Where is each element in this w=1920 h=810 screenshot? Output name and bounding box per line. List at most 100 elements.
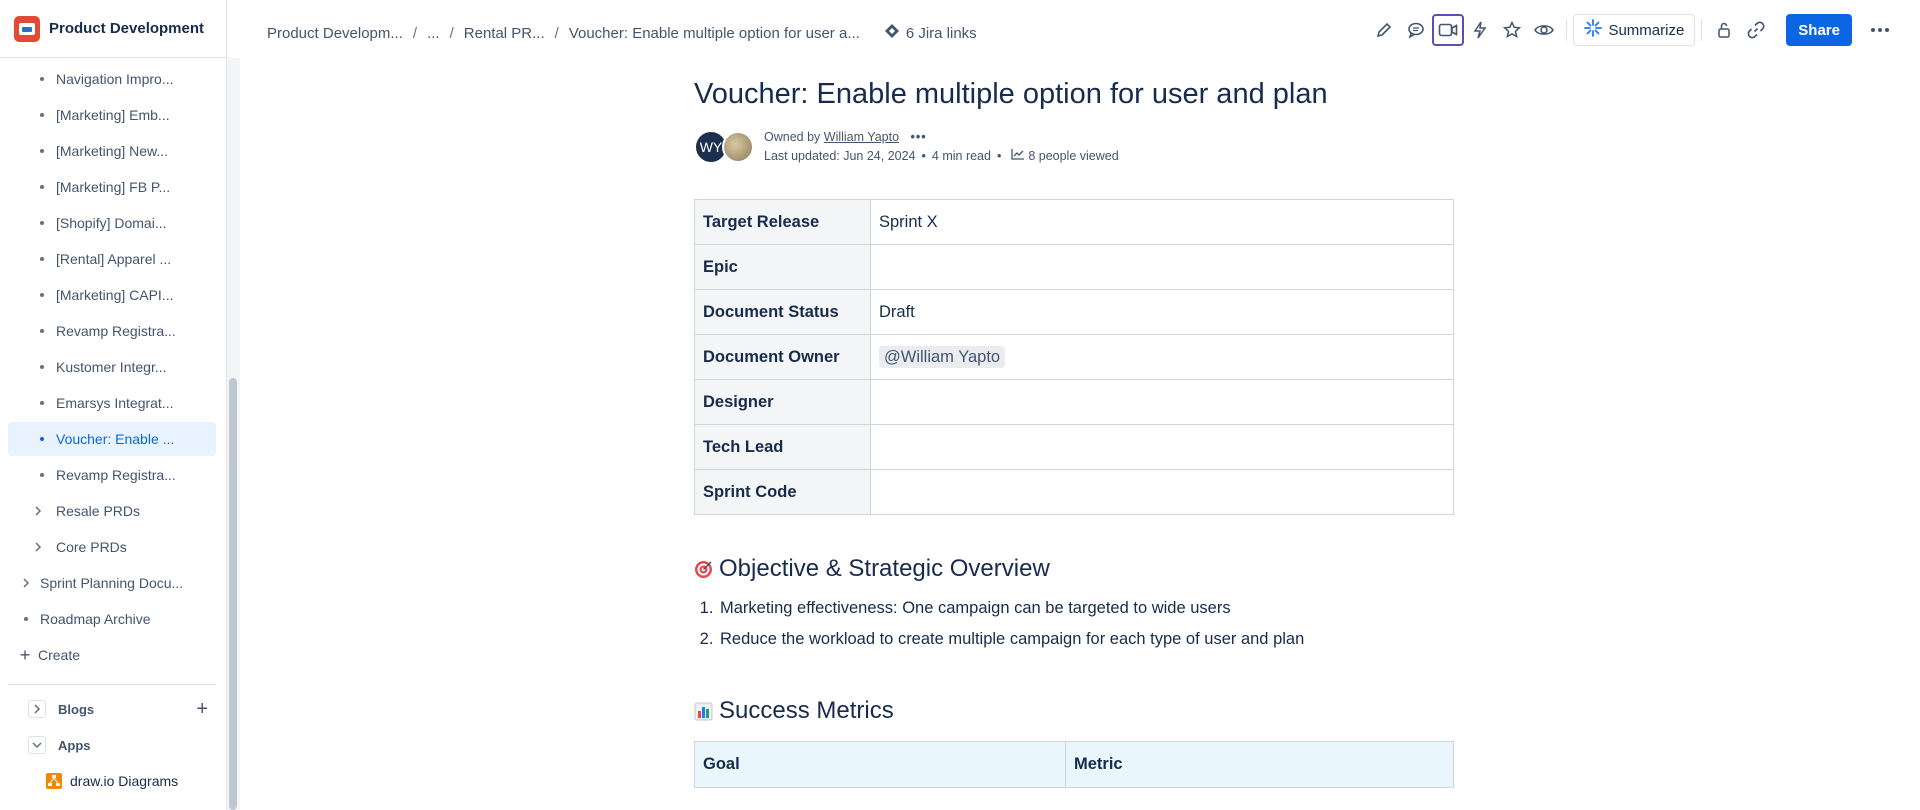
breadcrumb-ellipsis[interactable]: ... [427, 25, 440, 42]
table-value[interactable] [870, 469, 1454, 515]
target-dart-icon [694, 560, 713, 579]
space-title[interactable]: Product Development [49, 20, 204, 37]
sidebar-item-label: [Marketing] CAPI... [56, 287, 174, 303]
table-value-cell: @William Yapto [870, 334, 1454, 380]
page-title: Voucher: Enable multiple option for user… [694, 78, 1328, 110]
owned-by-label: Owned by [764, 130, 821, 144]
bullet-icon [40, 257, 44, 261]
table-value[interactable] [870, 379, 1454, 425]
sidebar-item-label: [Rental] Apparel ... [56, 251, 172, 267]
table-row: Target Release Sprint X [694, 199, 1454, 245]
sidebar-item[interactable]: [Marketing] Emb... [8, 98, 216, 132]
sidebar-section-apps[interactable]: Apps [8, 728, 216, 762]
sidebar-item-label: [Marketing] New... [56, 143, 169, 159]
chevron-right-icon[interactable] [19, 576, 33, 590]
user-mention[interactable]: @William Yapto [879, 345, 1006, 368]
sidebar-item[interactable]: Emarsys Integrat... [8, 386, 216, 420]
sidebar-item-sprint-planning[interactable]: Sprint Planning Docu... [8, 566, 216, 600]
bullet-icon [40, 329, 44, 333]
share-button[interactable]: Share [1786, 14, 1852, 46]
column-header-goal: Goal [694, 741, 1066, 788]
table-row: Epic [694, 244, 1454, 290]
table-key: Designer [694, 379, 871, 425]
create-label: Create [38, 647, 81, 663]
objective-list: Marketing effectiveness: One campaign ca… [718, 593, 1454, 655]
bullet-icon [24, 617, 28, 621]
more-actions-icon[interactable] [1864, 14, 1896, 46]
chevron-right-icon[interactable] [28, 700, 46, 718]
sidebar-item[interactable]: Kustomer Integr... [8, 350, 216, 384]
chevron-down-icon[interactable] [28, 736, 46, 754]
copy-link-icon[interactable] [1740, 14, 1772, 46]
create-button[interactable]: + Create [8, 638, 216, 672]
app-label: draw.io Diagrams [70, 773, 179, 789]
bullet-icon [40, 473, 44, 477]
sidebar-item-roadmap-archive[interactable]: Roadmap Archive [8, 602, 216, 636]
breadcrumb-separator: / [449, 24, 454, 42]
analytics-chart-icon[interactable] [1011, 149, 1025, 163]
page-toolbar: Summarize Share [1368, 14, 1896, 46]
edit-icon[interactable] [1368, 14, 1400, 46]
space-logo-icon [14, 15, 40, 42]
list-item: Reduce the workload to create multiple c… [718, 624, 1454, 655]
breadcrumb-item[interactable]: Product Developm... [267, 25, 403, 42]
app-item-drawio[interactable]: draw.io Diagrams [8, 764, 216, 798]
table-value[interactable] [870, 424, 1454, 470]
table-row: Tech Lead [694, 424, 1454, 470]
sidebar-item-label: Kustomer Integr... [56, 359, 167, 375]
table-header-row: Goal Metric [694, 741, 1454, 788]
owner-link[interactable]: William Yapto [824, 130, 899, 144]
summarize-button[interactable]: Summarize [1573, 14, 1696, 46]
star-icon[interactable] [1496, 14, 1528, 46]
bullet-icon [40, 293, 44, 297]
toolbar-divider [1566, 19, 1568, 41]
unlock-icon[interactable] [1708, 14, 1740, 46]
more-icon[interactable]: ••• [911, 130, 927, 144]
sidebar-item[interactable]: [Marketing] FB P... [8, 170, 216, 204]
table-key: Sprint Code [694, 469, 871, 515]
page-byline: WY Owned by William Yapto ••• Last updat… [694, 127, 1454, 167]
sidebar-item-label: Emarsys Integrat... [56, 395, 174, 411]
sidebar-item[interactable]: Navigation Impro... [8, 62, 216, 96]
sidebar-item[interactable]: [Shopify] Domai... [8, 206, 216, 240]
sidebar-item[interactable]: Revamp Registra... [8, 458, 216, 492]
bullet-icon [40, 221, 44, 225]
jira-links[interactable]: 6 Jira links [884, 23, 977, 43]
table-value[interactable]: Draft [870, 289, 1454, 335]
page-tree: Navigation Impro... [Marketing] Emb... [… [0, 58, 225, 810]
sidebar-item[interactable]: Revamp Registra... [8, 314, 216, 348]
sidebar-scrollbar-thumb[interactable] [229, 378, 237, 810]
breadcrumb-item[interactable]: Rental PR... [464, 25, 545, 42]
sidebar-item[interactable]: [Marketing] CAPI... [8, 278, 216, 312]
table-key: Document Owner [694, 334, 871, 380]
sidebar-item-label: Resale PRDs [56, 503, 141, 519]
sidebar-item[interactable]: [Rental] Apparel ... [8, 242, 216, 276]
jira-icon [884, 23, 900, 43]
page-content: Voucher: Enable multiple option for user… [694, 64, 1454, 788]
section-heading-text: Success Metrics [719, 697, 894, 724]
automation-lightning-icon[interactable] [1464, 14, 1496, 46]
chevron-right-icon[interactable] [31, 540, 45, 554]
list-item: Marketing effectiveness: One campaign ca… [718, 593, 1454, 624]
watch-eye-icon[interactable] [1528, 14, 1560, 46]
table-value[interactable] [870, 244, 1454, 290]
add-blog-plus-icon[interactable]: + [196, 698, 208, 721]
chevron-right-icon[interactable] [31, 504, 45, 518]
video-icon[interactable] [1432, 14, 1465, 46]
sidebar-item[interactable]: [Marketing] New... [8, 134, 216, 168]
people-viewed[interactable]: 8 people viewed [1028, 149, 1118, 163]
breadcrumb-item-current[interactable]: Voucher: Enable multiple option for user… [569, 25, 860, 42]
sidebar-section-blogs[interactable]: Blogs + [8, 692, 216, 726]
sidebar-item-current[interactable]: Voucher: Enable ... [8, 422, 216, 456]
read-time: 4 min read [931, 149, 991, 163]
page-meta: Owned by William Yapto ••• Last updated:… [764, 130, 1119, 163]
section-heading-metrics: Success Metrics [694, 697, 1454, 725]
table-value[interactable]: Sprint X [870, 199, 1454, 245]
contributor-avatar[interactable] [722, 131, 754, 163]
divider [8, 684, 216, 685]
sidebar-item-label: Roadmap Archive [40, 611, 151, 627]
comment-icon[interactable] [1400, 14, 1432, 46]
space-header[interactable]: Product Development [0, 0, 226, 58]
sidebar-item-resale-prds[interactable]: Resale PRDs [8, 494, 216, 528]
sidebar-item-core-prds[interactable]: Core PRDs [8, 530, 216, 564]
